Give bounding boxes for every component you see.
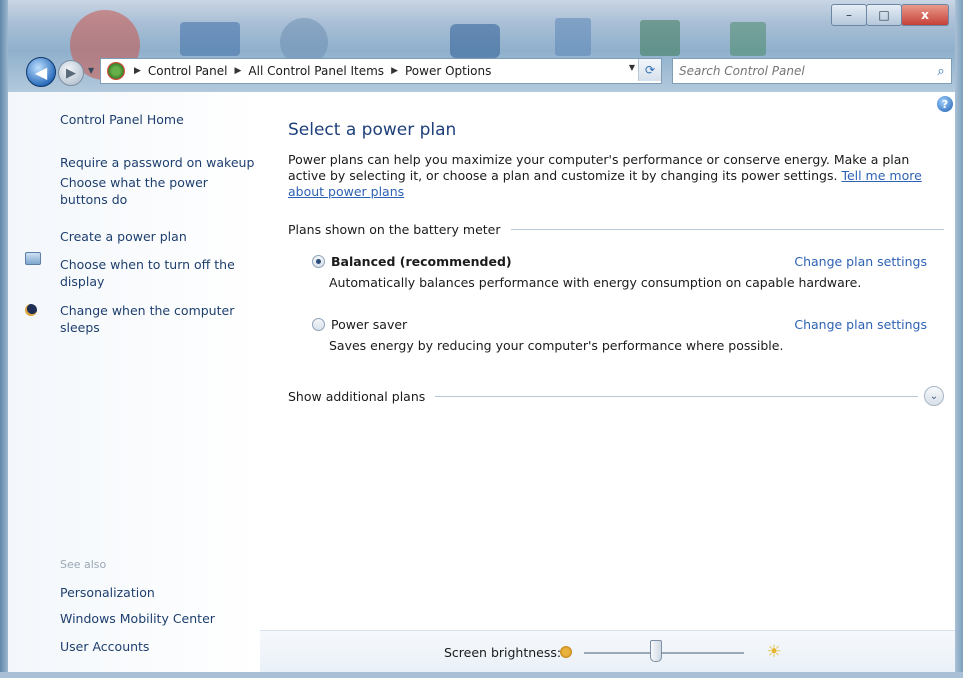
- plans-section-header: Plans shown on the battery meter: [288, 222, 944, 237]
- bright-sun-icon: ☀: [766, 642, 782, 662]
- breadcrumb-separator-icon[interactable]: ▶: [129, 66, 146, 76]
- balanced-radio[interactable]: [312, 255, 325, 268]
- create-power-plan-link[interactable]: Create a power plan: [60, 228, 260, 245]
- plan-name[interactable]: Power saver: [331, 317, 407, 332]
- brightness-label: Screen brightness:: [444, 645, 562, 660]
- breadcrumb-separator-icon[interactable]: ▶: [386, 66, 403, 76]
- require-password-link[interactable]: Require a password on wakeup: [60, 154, 260, 171]
- window-frame-bottom: [0, 672, 963, 678]
- address-dropdown-icon[interactable]: ▼: [629, 63, 635, 72]
- recent-pages-dropdown[interactable]: ▼: [88, 66, 94, 75]
- maximize-button[interactable]: □: [866, 4, 902, 26]
- breadcrumb-separator-icon[interactable]: ▶: [230, 66, 247, 76]
- power-saver-radio[interactable]: [312, 318, 325, 331]
- wallpaper-blob: [555, 18, 591, 56]
- page-description: Power plans can help you maximize your c…: [288, 152, 936, 200]
- brightness-bar: Screen brightness: ☀: [260, 630, 955, 673]
- plan-power-saver: Power saver Change plan settings Saves e…: [312, 317, 927, 353]
- mobility-center-link[interactable]: Windows Mobility Center: [60, 610, 260, 627]
- search-box[interactable]: ⌕: [672, 58, 952, 84]
- back-arrow-icon: ◀: [34, 62, 48, 82]
- main-content: Select a power plan Power plans can help…: [260, 92, 955, 632]
- window-controls: – □ x: [831, 4, 949, 26]
- dim-sun-icon: [560, 646, 572, 658]
- user-accounts-link[interactable]: User Accounts: [60, 638, 260, 655]
- plan-description: Saves energy by reducing your computer's…: [329, 338, 784, 353]
- close-button[interactable]: x: [901, 4, 949, 26]
- section-divider: [510, 229, 944, 230]
- brightness-slider-thumb[interactable]: [650, 640, 662, 662]
- forward-button[interactable]: ▶: [58, 60, 84, 86]
- plans-heading: Plans shown on the battery meter: [288, 222, 501, 237]
- search-input[interactable]: [673, 63, 931, 79]
- moon-sleep-icon: [25, 304, 41, 320]
- turn-off-display-link[interactable]: Choose when to turn off the display: [60, 256, 250, 290]
- display-icon: [25, 252, 41, 268]
- refresh-icon: ⟳: [644, 63, 656, 77]
- wallpaper-blob: [180, 22, 240, 56]
- search-icon[interactable]: ⌕: [931, 64, 951, 79]
- change-plan-settings-link[interactable]: Change plan settings: [794, 254, 927, 269]
- see-also-heading: See also: [60, 558, 107, 571]
- wallpaper-blob: [450, 24, 500, 58]
- page-title: Select a power plan: [288, 120, 457, 140]
- personalization-link[interactable]: Personalization: [60, 584, 260, 601]
- wallpaper-blob: [730, 22, 766, 56]
- breadcrumb-power-options[interactable]: Power Options: [403, 64, 493, 78]
- control-panel-icon: [107, 62, 125, 80]
- back-button[interactable]: ◀: [26, 57, 56, 87]
- plan-balanced: Balanced (recommended) Change plan setti…: [312, 254, 927, 290]
- additional-plans-header[interactable]: Show additional plans ⌄: [288, 386, 944, 406]
- plan-description: Automatically balances performance with …: [329, 275, 862, 290]
- minimize-button[interactable]: –: [831, 4, 867, 26]
- brightness-slider-track[interactable]: [584, 652, 744, 654]
- control-panel-home-link[interactable]: Control Panel Home: [60, 111, 260, 128]
- address-bar[interactable]: ▶ Control Panel ▶ All Control Panel Item…: [100, 58, 662, 84]
- forward-arrow-icon: ▶: [66, 65, 76, 81]
- refresh-button[interactable]: ⟳: [638, 59, 661, 81]
- plan-name[interactable]: Balanced (recommended): [331, 254, 512, 269]
- left-navigation-pane: Control Panel Home Require a password on…: [8, 92, 260, 672]
- title-bar: – □ x ◀ ▶ ▼ ▶ Control Panel ▶ All Contro…: [0, 0, 963, 92]
- change-plan-settings-link[interactable]: Change plan settings: [794, 317, 927, 332]
- breadcrumb-all-items[interactable]: All Control Panel Items: [246, 64, 386, 78]
- computer-sleeps-link[interactable]: Change when the computer sleeps: [60, 302, 250, 336]
- wallpaper-blob: [640, 20, 680, 56]
- power-buttons-link[interactable]: Choose what the power buttons do: [60, 174, 230, 208]
- section-divider: [435, 395, 918, 397]
- window-frame-left: [0, 0, 8, 678]
- window-frame-right: [955, 0, 963, 678]
- power-options-window: – □ x ◀ ▶ ▼ ▶ Control Panel ▶ All Contro…: [0, 0, 963, 678]
- show-additional-plans-label[interactable]: Show additional plans: [288, 389, 425, 404]
- breadcrumb-control-panel[interactable]: Control Panel: [146, 64, 230, 78]
- chevron-down-icon[interactable]: ⌄: [924, 386, 944, 406]
- description-text: Power plans can help you maximize your c…: [288, 152, 910, 183]
